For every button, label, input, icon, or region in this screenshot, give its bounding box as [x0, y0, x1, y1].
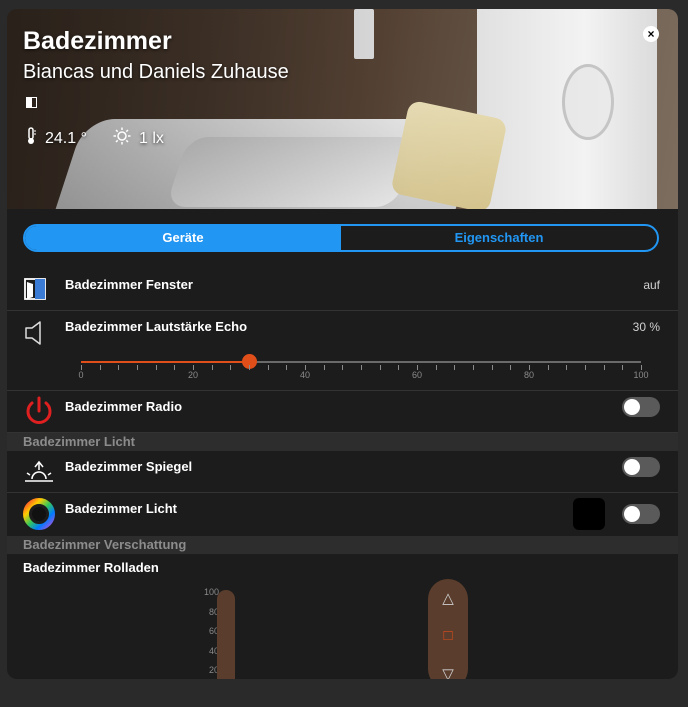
sensor-bar: 24.1 ° 1 lx — [25, 127, 164, 150]
volume-tick — [286, 365, 288, 370]
blind-position-slider[interactable] — [217, 590, 235, 679]
blind-scale-label: 60 — [208, 626, 219, 636]
tab-devices[interactable]: Geräte — [25, 226, 341, 250]
volume-tick — [99, 365, 101, 370]
brightness-icon[interactable] — [113, 127, 131, 150]
blind-controls: △ □ ▽ — [428, 579, 468, 679]
blind-stop-button[interactable]: □ — [428, 627, 468, 644]
volume-tick-label: 20 — [187, 370, 199, 380]
blind-label: Badezimmer Rolladen — [23, 560, 159, 575]
blind-scale-label: 20 — [208, 665, 219, 675]
volume-tick — [342, 365, 344, 370]
blind-position-scale: 100 80 60 40 20 — [189, 587, 219, 679]
light-row-mirror[interactable]: Badezimmer Spiegel — [7, 451, 678, 493]
power-icon — [24, 395, 54, 432]
blind-scale-label: 80 — [208, 606, 219, 617]
volume-tick — [155, 365, 157, 370]
volume-tick — [267, 365, 269, 370]
device-row-radio[interactable]: Badezimmer Radio — [7, 391, 678, 433]
temperature-value[interactable]: 24.1 ° — [45, 130, 87, 148]
section-shading: Badezimmer Verschattung — [7, 536, 678, 554]
volume-tick — [379, 365, 381, 370]
blind-scale-label: 40 — [208, 645, 219, 656]
window-open-icon — [23, 277, 47, 306]
light-toggle[interactable] — [622, 504, 660, 524]
volume-tick — [603, 365, 605, 370]
light-label: Badezimmer Spiegel — [65, 459, 193, 474]
blind-scale-label: 100 — [203, 587, 219, 597]
volume-tick — [622, 365, 624, 370]
device-row-window[interactable]: Badezimmer Fenster auf — [7, 263, 678, 311]
device-label: Badezimmer Fenster — [65, 277, 193, 292]
volume-tick-label: 80 — [523, 370, 535, 380]
volume-tick — [230, 365, 232, 370]
volume-tick — [211, 365, 213, 370]
light-row-main[interactable]: Badezimmer Licht — [7, 493, 678, 533]
volume-tick — [547, 365, 549, 370]
thermometer-icon[interactable] — [25, 127, 37, 150]
volume-tick — [118, 365, 120, 370]
illuminance-value[interactable]: 1 lx — [139, 130, 164, 148]
volume-tick-label: 40 — [299, 370, 311, 380]
volume-slider[interactable]: 0 20 40 60 80 100 — [78, 352, 649, 386]
volume-tick — [585, 365, 586, 370]
room-title: Badezimmer — [23, 27, 172, 55]
blind-up-button[interactable]: △ — [428, 589, 468, 607]
mirror-toggle[interactable] — [622, 457, 660, 477]
sun-rise-icon — [23, 459, 55, 490]
window-state-icon[interactable] — [26, 97, 37, 108]
volume-tick — [249, 365, 250, 370]
radio-toggle[interactable] — [622, 397, 660, 417]
volume-tick — [473, 365, 474, 370]
speaker-icon — [23, 319, 45, 352]
close-button[interactable]: × — [643, 26, 659, 42]
color-wheel-icon — [23, 498, 55, 535]
volume-tick — [510, 365, 512, 370]
volume-tick — [174, 365, 176, 370]
volume-tick — [137, 365, 138, 370]
volume-tick — [454, 365, 456, 370]
volume-tick-label: 60 — [411, 370, 423, 380]
section-light: Badezimmer Licht — [7, 433, 678, 451]
tab-properties[interactable]: Eigenschaften — [341, 226, 657, 250]
room-dialog: Badezimmer Biancas und Daniels Zuhause 2… — [7, 9, 678, 679]
window-state-value: auf — [643, 278, 660, 292]
device-label: Badezimmer Lautstärke Echo — [65, 319, 248, 334]
volume-value: 30 % — [632, 320, 660, 334]
blind-down-button[interactable]: ▽ — [428, 665, 468, 679]
volume-tick — [323, 365, 325, 370]
volume-tick — [361, 365, 362, 370]
volume-tick-label: 0 — [78, 370, 84, 380]
home-name: Biancas und Daniels Zuhause — [23, 61, 289, 83]
volume-tick-label: 100 — [633, 370, 649, 380]
tab-bar: Geräte Eigenschaften — [23, 224, 659, 252]
device-label: Badezimmer Radio — [65, 399, 183, 414]
light-color-swatch[interactable] — [573, 498, 605, 530]
volume-tick — [566, 365, 568, 370]
light-label: Badezimmer Licht — [65, 501, 177, 516]
volume-tick — [491, 365, 493, 370]
volume-tick — [398, 365, 400, 370]
volume-tick — [435, 365, 437, 370]
